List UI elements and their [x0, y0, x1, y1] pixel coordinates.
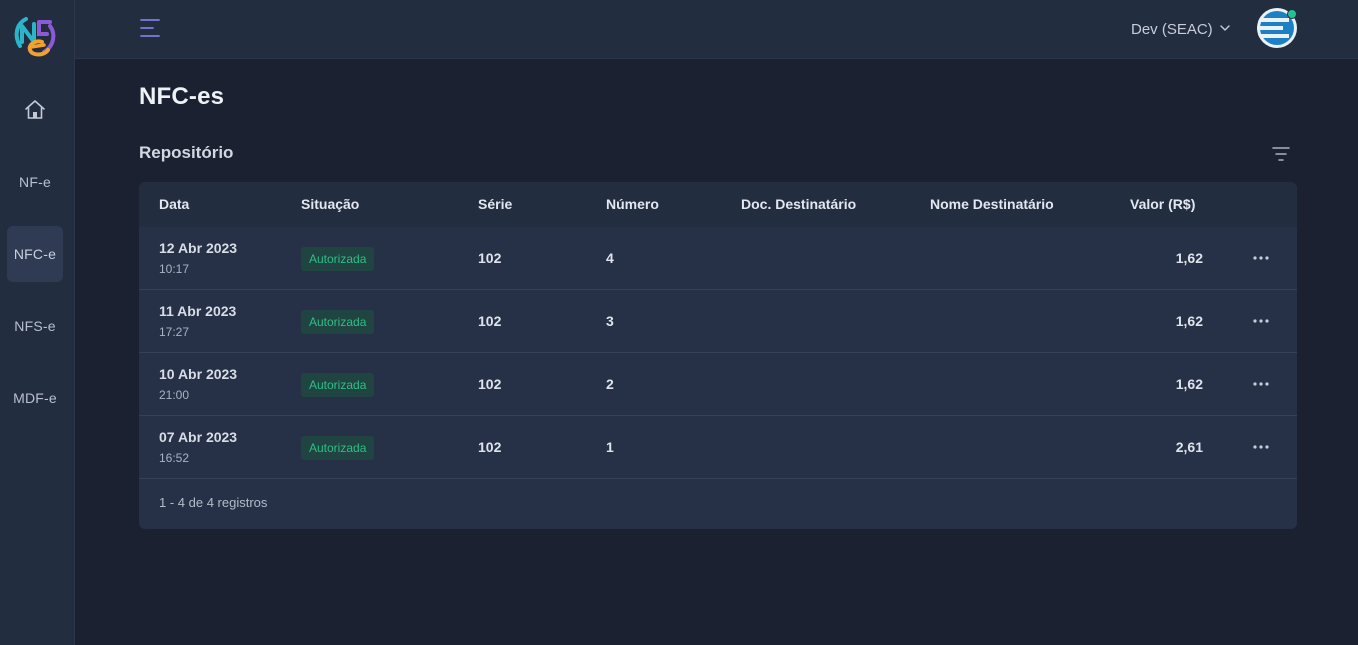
more-horizontal-icon[interactable] [1249, 310, 1273, 332]
column-header-doc-destinatario[interactable]: Doc. Destinatário [741, 196, 856, 212]
column-header-nome-destinatario[interactable]: Nome Destinatário [930, 196, 1054, 212]
table-row[interactable]: 10 Abr 2023 21:00 Autorizada 102 2 1,62 [139, 353, 1297, 416]
row-serie: 102 [478, 376, 502, 392]
nfe-logo-icon[interactable] [12, 12, 58, 58]
sidebar-item-mdfe[interactable]: MDF-e [7, 370, 63, 426]
table-header: Data Situação Série Número Doc. Destinat… [139, 182, 1297, 227]
row-serie: 102 [478, 439, 502, 455]
row-time: 10:17 [159, 262, 190, 276]
column-header-serie[interactable]: Série [478, 196, 512, 212]
row-numero: 1 [606, 439, 614, 455]
section-title: Repositório [139, 143, 234, 162]
status-badge: Autorizada [301, 247, 375, 271]
row-serie: 102 [478, 250, 502, 266]
column-header-numero[interactable]: Número [606, 196, 659, 212]
more-horizontal-icon[interactable] [1249, 247, 1273, 269]
row-time: 21:00 [159, 388, 190, 402]
column-header-data[interactable]: Data [159, 196, 189, 212]
row-date: 11 Abr 2023 [159, 303, 237, 319]
row-valor: 1,62 [1175, 313, 1203, 329]
row-time: 16:52 [159, 451, 190, 465]
table-row[interactable]: 07 Abr 2023 16:52 Autorizada 102 1 2,61 [139, 416, 1297, 479]
hamburger-menu-icon[interactable] [139, 16, 163, 40]
row-numero: 4 [606, 250, 614, 266]
column-header-valor[interactable]: Valor (R$) [1130, 196, 1195, 212]
status-badge: Autorizada [301, 373, 375, 397]
nfce-table: Data Situação Série Número Doc. Destinat… [139, 182, 1297, 529]
row-valor: 1,62 [1175, 376, 1203, 392]
filter-icon[interactable] [1270, 143, 1292, 165]
table-row[interactable]: 12 Abr 2023 10:17 Autorizada 102 4 1,62 [139, 227, 1297, 290]
top-header: Dev (SEAC) [75, 0, 1358, 59]
more-horizontal-icon[interactable] [1249, 436, 1273, 458]
sidebar-item-nfe[interactable]: NF-e [7, 154, 63, 210]
status-badge: Autorizada [301, 436, 375, 460]
organization-label: Dev (SEAC) [1131, 20, 1213, 38]
row-numero: 2 [606, 376, 614, 392]
row-date: 10 Abr 2023 [159, 366, 238, 382]
row-time: 17:27 [159, 325, 190, 339]
organization-selector[interactable]: Dev (SEAC) [1131, 18, 1231, 40]
sidebar-item-nfse[interactable]: NFS-e [7, 298, 63, 354]
page-title: NFC-es [139, 83, 225, 110]
table-row[interactable]: 11 Abr 2023 17:27 Autorizada 102 3 1,62 [139, 290, 1297, 353]
status-badge: Autorizada [301, 310, 375, 334]
sidebar: NF-e NFC-e NFS-e MDF-e [0, 0, 75, 645]
row-date: 07 Abr 2023 [159, 429, 238, 445]
user-avatar[interactable] [1257, 8, 1297, 48]
chevron-down-icon [1219, 21, 1231, 38]
column-header-situacao[interactable]: Situação [301, 196, 359, 212]
row-numero: 3 [606, 313, 614, 329]
pagination-summary: 1 - 4 de 4 registros [159, 495, 268, 510]
sidebar-item-nfce[interactable]: NFC-e [7, 226, 63, 282]
online-status-indicator [1287, 9, 1297, 19]
more-horizontal-icon[interactable] [1249, 373, 1273, 395]
row-date: 12 Abr 2023 [159, 240, 238, 256]
row-valor: 1,62 [1175, 250, 1203, 266]
row-serie: 102 [478, 313, 502, 329]
row-valor: 2,61 [1175, 439, 1203, 455]
home-icon[interactable] [12, 90, 58, 130]
